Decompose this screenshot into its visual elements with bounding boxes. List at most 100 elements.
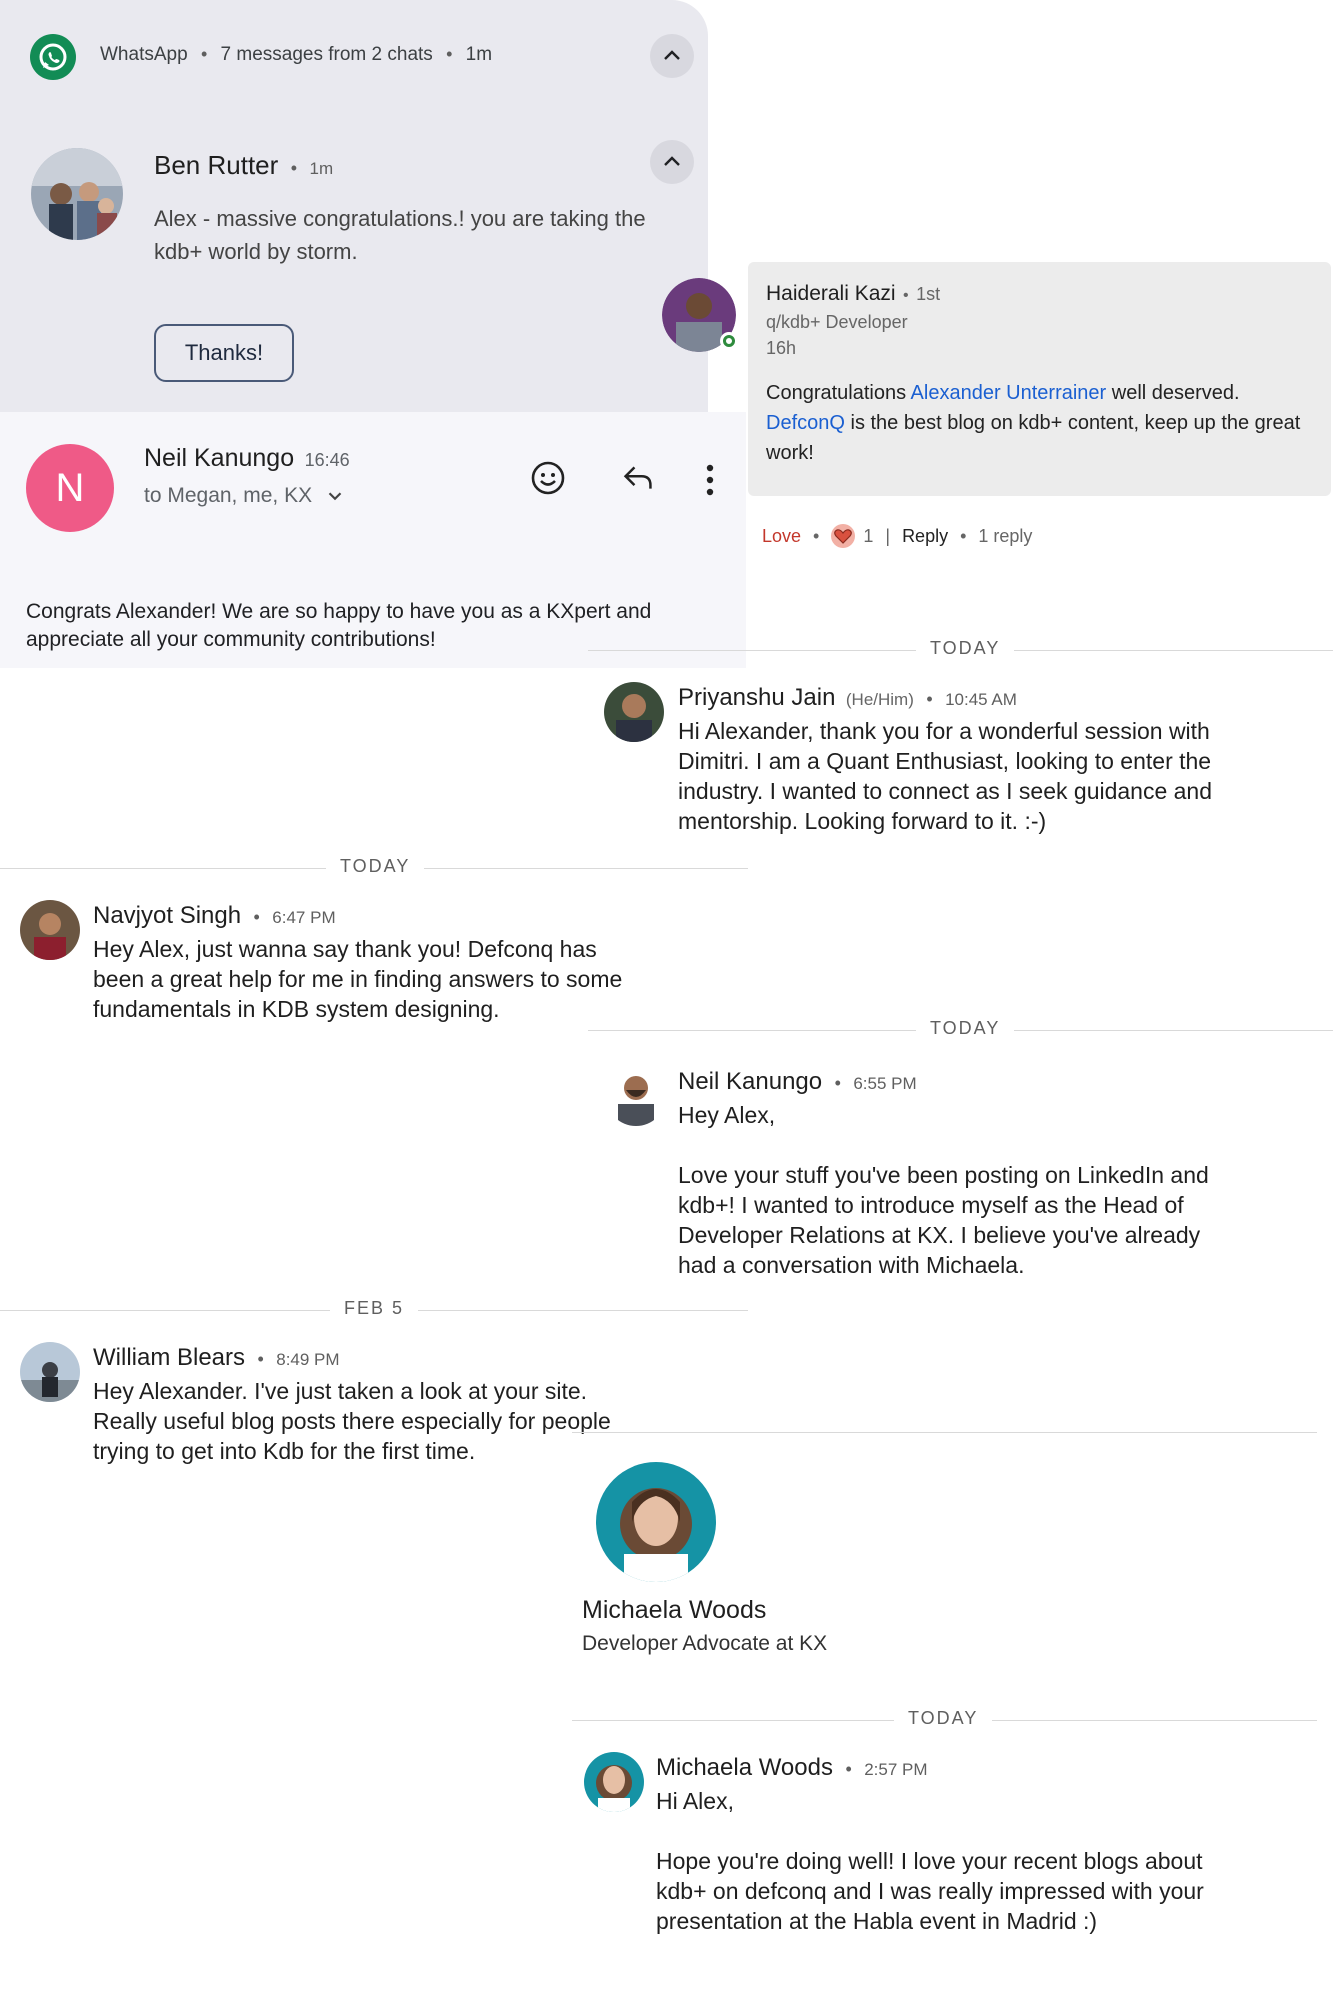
comment-text: Congratulations Alexander Unterrainer we…: [766, 378, 1316, 468]
message-body: Hey Alexander. I've just taken a look at…: [93, 1376, 743, 1466]
sender-name[interactable]: Navjyot Singh: [93, 902, 241, 929]
message-line: [656, 1816, 1326, 1846]
comment-author[interactable]: Haiderali Kazi: [766, 282, 896, 305]
message-header: Ben Rutter • 1m: [154, 150, 334, 180]
chevron-down-icon: [328, 492, 342, 501]
email-body: Congrats Alexander! We are so happy to h…: [26, 600, 652, 651]
message-time: 2:57 PM: [864, 1760, 928, 1779]
collapse-message-button[interactable]: [650, 140, 694, 184]
smiley-icon: [531, 461, 565, 495]
message-age: 1m: [309, 159, 334, 178]
message-time: 10:45 AM: [945, 690, 1017, 709]
message-line: mentorship. Looking forward to it. :-): [678, 808, 1047, 834]
message-line: Love your stuff you've been posting on L…: [678, 1162, 1209, 1188]
date-divider: FEB 5: [330, 1298, 419, 1319]
mention-link[interactable]: DefconQ: [766, 412, 845, 434]
date-divider: TODAY: [894, 1708, 993, 1729]
message-line: Hope you're doing well! I love your rece…: [656, 1848, 1203, 1874]
message-line: kdb+! I wanted to introduce myself as th…: [678, 1192, 1184, 1218]
avatar: [20, 1342, 80, 1402]
profile-photo: [596, 1462, 716, 1582]
comment-header: Haiderali Kazi • 1st: [766, 282, 941, 305]
pronouns: (He/Him): [845, 690, 914, 709]
message-line: trying to get into Kdb for the first tim…: [93, 1438, 476, 1464]
whatsapp-notification[interactable]: WhatsApp • 7 messages from 2 chats • 1m …: [0, 0, 708, 412]
message-line: kdb+ on defconq and I was really impress…: [656, 1878, 1204, 1904]
message-header: Neil Kanungo • 6:55 PM: [678, 1068, 917, 1095]
message-line: Hey Alex, just wanna say thank you! Defc…: [93, 936, 597, 962]
avatar: [20, 900, 80, 960]
more-options-button[interactable]: [704, 462, 720, 498]
whatsapp-logo-icon: [30, 34, 76, 80]
message-line: Hi Alexander, thank you for a wonderful …: [678, 718, 1210, 744]
date-divider: TODAY: [916, 638, 1015, 659]
author-headline: q/kdb+ Developer: [766, 312, 908, 332]
sender-name: Neil Kanungo: [144, 444, 295, 472]
message-body: Hi Alexander, thank you for a wonderful …: [678, 716, 1328, 836]
mention-link[interactable]: Alexander Unterrainer: [911, 382, 1107, 404]
recipients-toggle[interactable]: to Megan, me, KX: [144, 484, 346, 508]
message-line: Hi Alex,: [656, 1788, 734, 1814]
avatar: [604, 682, 664, 742]
message-body: Hey Alex, Love your stuff you've been po…: [678, 1100, 1328, 1280]
whatsapp-header: WhatsApp • 7 messages from 2 chats • 1m: [100, 44, 493, 65]
message-header: Michaela Woods • 2:57 PM: [656, 1754, 928, 1781]
message-line: Hey Alexander. I've just taken a look at…: [93, 1378, 588, 1404]
message-time: 6:55 PM: [853, 1074, 917, 1093]
recipients: to Megan, me, KX: [144, 484, 313, 507]
email-time: 16:46: [304, 450, 350, 470]
message-body: Hey Alex, just wanna say thank you! Defc…: [93, 934, 743, 1024]
reply-button[interactable]: [620, 462, 656, 499]
collapse-group-button[interactable]: [650, 34, 694, 78]
linkedin-comment: Haiderali Kazi • 1st q/kdb+ Developer 16…: [748, 262, 1331, 496]
message-line: Hey Alex,: [678, 1102, 776, 1128]
email-card[interactable]: N Neil Kanungo 16:46 to Megan, me, KX Co…: [0, 412, 746, 668]
message-time: 8:49 PM: [276, 1350, 340, 1369]
sender-name: Ben Rutter: [154, 150, 279, 180]
avatar: N: [26, 444, 114, 532]
sender-name[interactable]: Priyanshu Jain: [678, 684, 835, 711]
emoji-react-button[interactable]: [530, 460, 566, 501]
message-body: Hi Alex, Hope you're doing well! I love …: [656, 1786, 1326, 1936]
connection-degree: 1st: [916, 284, 941, 304]
app-name: WhatsApp: [100, 44, 188, 65]
online-status-badge: [720, 332, 738, 350]
message-line: been a great help for me in finding answ…: [93, 966, 623, 992]
profile-top-border: [572, 1432, 1317, 1433]
heart-reaction-icon: [831, 524, 856, 548]
message-header: Navjyot Singh • 6:47 PM: [93, 902, 336, 929]
comment-text-part: is the best blog on kdb+ content, keep u…: [766, 412, 1301, 464]
message-line: Dimitri. I am a Quant Enthusiast, lookin…: [678, 748, 1212, 774]
message-line: presentation at the Habla event in Madri…: [656, 1908, 1098, 1934]
comment-age: 16h: [766, 338, 797, 358]
avatar-letter: N: [55, 465, 85, 510]
message-header: Priyanshu Jain (He/Him) • 10:45 AM: [678, 684, 1017, 711]
date-divider: TODAY: [916, 1018, 1015, 1039]
message-header: William Blears • 8:49 PM: [93, 1344, 340, 1371]
sender-name[interactable]: William Blears: [93, 1344, 245, 1371]
message-line: had a conversation with Michaela.: [678, 1252, 1025, 1278]
notification-age: 1m: [465, 44, 493, 65]
message-line: fundamentals in KDB system designing.: [93, 996, 500, 1022]
thanks-reply-button[interactable]: Thanks!: [154, 324, 294, 382]
reply-comment-button[interactable]: Reply: [902, 526, 948, 547]
sender-name[interactable]: Michaela Woods: [656, 1754, 833, 1781]
message-line: [678, 1130, 1328, 1160]
comment-text-part: Congratulations: [766, 382, 907, 404]
avatar: [31, 148, 123, 240]
reaction-count: 1: [863, 525, 874, 546]
comment-actions: Love • 1 | Reply • 1 reply: [762, 524, 1032, 548]
message-text: Alex - massive congratulations.! you are…: [154, 206, 646, 264]
message-line: Developer Relations at KX. I believe you…: [678, 1222, 1201, 1248]
reply-icon: [623, 466, 652, 489]
love-reaction-button[interactable]: Love: [762, 526, 801, 547]
sender-name[interactable]: Neil Kanungo: [678, 1068, 822, 1095]
profile-title: Developer Advocate at KX: [582, 1632, 828, 1655]
replies-link[interactable]: 1 reply: [978, 526, 1032, 547]
comment-text-part: well deserved.: [1111, 382, 1240, 404]
avatar: [606, 1066, 666, 1126]
notification-summary: 7 messages from 2 chats: [220, 44, 433, 65]
profile-name[interactable]: Michaela Woods: [582, 1596, 766, 1625]
chevron-up-icon: [664, 50, 680, 60]
more-vert-icon: [706, 464, 714, 496]
